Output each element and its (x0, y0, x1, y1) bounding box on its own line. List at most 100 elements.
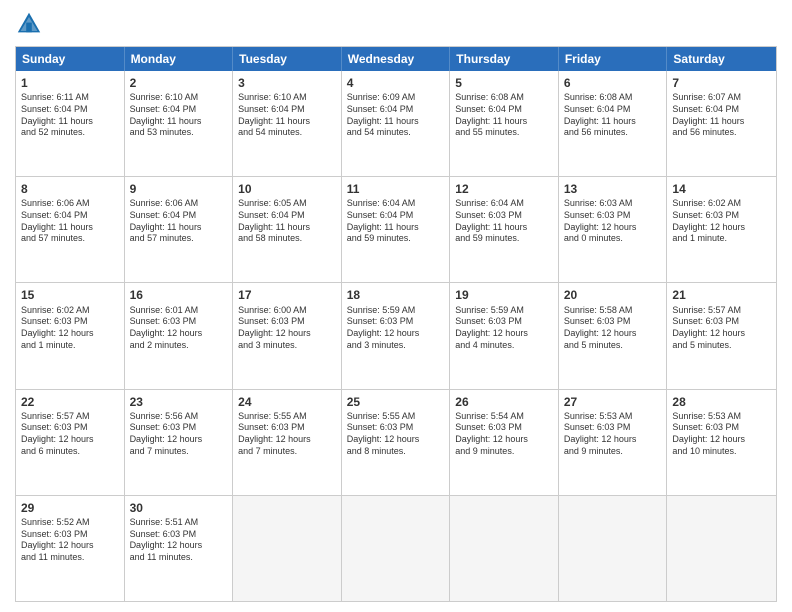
calendar-body: 1Sunrise: 6:11 AM Sunset: 6:04 PM Daylig… (16, 71, 776, 601)
calendar-cell: 11Sunrise: 6:04 AM Sunset: 6:04 PM Dayli… (342, 177, 451, 282)
cell-details: Sunrise: 6:07 AM Sunset: 6:04 PM Dayligh… (672, 92, 771, 139)
day-number: 9 (130, 181, 228, 197)
calendar-row-4: 22Sunrise: 5:57 AM Sunset: 6:03 PM Dayli… (16, 389, 776, 495)
cell-details: Sunrise: 5:57 AM Sunset: 6:03 PM Dayligh… (672, 305, 771, 352)
calendar-cell: 14Sunrise: 6:02 AM Sunset: 6:03 PM Dayli… (667, 177, 776, 282)
cell-details: Sunrise: 5:52 AM Sunset: 6:03 PM Dayligh… (21, 517, 119, 564)
logo (15, 10, 47, 38)
cell-details: Sunrise: 6:04 AM Sunset: 6:03 PM Dayligh… (455, 198, 553, 245)
weekday-header-thursday: Thursday (450, 47, 559, 71)
cell-details: Sunrise: 6:02 AM Sunset: 6:03 PM Dayligh… (672, 198, 771, 245)
cell-details: Sunrise: 5:59 AM Sunset: 6:03 PM Dayligh… (455, 305, 553, 352)
calendar-cell: 1Sunrise: 6:11 AM Sunset: 6:04 PM Daylig… (16, 71, 125, 176)
day-number: 26 (455, 394, 553, 410)
day-number: 29 (21, 500, 119, 516)
day-number: 28 (672, 394, 771, 410)
calendar-cell: 16Sunrise: 6:01 AM Sunset: 6:03 PM Dayli… (125, 283, 234, 388)
day-number: 24 (238, 394, 336, 410)
cell-details: Sunrise: 5:53 AM Sunset: 6:03 PM Dayligh… (672, 411, 771, 458)
cell-details: Sunrise: 5:56 AM Sunset: 6:03 PM Dayligh… (130, 411, 228, 458)
day-number: 25 (347, 394, 445, 410)
calendar-cell: 17 Sunrise: 6:00 AM Sunset: 6:03 PM Dayli… (233, 283, 342, 388)
day-number: 8 (21, 181, 119, 197)
weekday-header-monday: Monday (125, 47, 234, 71)
calendar-cell (233, 496, 342, 601)
day-number: 11 (347, 181, 445, 197)
calendar-cell (559, 496, 668, 601)
cell-details: Sunrise: 6:06 AM Sunset: 6:04 PM Dayligh… (21, 198, 119, 245)
cell-details: Sunrise: 5:54 AM Sunset: 6:03 PM Dayligh… (455, 411, 553, 458)
cell-details: Sunrise: 6:04 AM Sunset: 6:04 PM Dayligh… (347, 198, 445, 245)
calendar-cell: 26Sunrise: 5:54 AM Sunset: 6:03 PM Dayli… (450, 390, 559, 495)
calendar-cell: 19 Sunrise: 5:59 AM Sunset: 6:03 PM Dayli… (450, 283, 559, 388)
calendar-cell: 22Sunrise: 5:57 AM Sunset: 6:03 PM Dayli… (16, 390, 125, 495)
calendar-cell: 25Sunrise: 5:55 AM Sunset: 6:03 PM Dayli… (342, 390, 451, 495)
day-number: 5 (455, 75, 553, 91)
calendar-cell: 5Sunrise: 6:08 AM Sunset: 6:04 PM Daylig… (450, 71, 559, 176)
calendar-cell: 18 Sunrise: 5:59 AM Sunset: 6:03 PM Dayli… (342, 283, 451, 388)
calendar-cell: 27Sunrise: 5:53 AM Sunset: 6:03 PM Dayli… (559, 390, 668, 495)
calendar-row-2: 8Sunrise: 6:06 AM Sunset: 6:04 PM Daylig… (16, 176, 776, 282)
weekday-header-friday: Friday (559, 47, 668, 71)
calendar-cell: 7Sunrise: 6:07 AM Sunset: 6:04 PM Daylig… (667, 71, 776, 176)
calendar-cell: 12Sunrise: 6:04 AM Sunset: 6:03 PM Dayli… (450, 177, 559, 282)
weekday-header-tuesday: Tuesday (233, 47, 342, 71)
calendar-header: SundayMondayTuesdayWednesdayThursdayFrid… (16, 47, 776, 71)
cell-details: Sunrise: 6:02 AM Sunset: 6:03 PM Dayligh… (21, 305, 119, 352)
calendar-cell: 23Sunrise: 5:56 AM Sunset: 6:03 PM Dayli… (125, 390, 234, 495)
day-number: 16 (130, 287, 228, 303)
day-number: 6 (564, 75, 662, 91)
day-number: 23 (130, 394, 228, 410)
cell-details: Sunrise: 5:55 AM Sunset: 6:03 PM Dayligh… (238, 411, 336, 458)
cell-details: Sunrise: 5:51 AM Sunset: 6:03 PM Dayligh… (130, 517, 228, 564)
calendar-row-1: 1Sunrise: 6:11 AM Sunset: 6:04 PM Daylig… (16, 71, 776, 176)
calendar-cell: 13Sunrise: 6:03 AM Sunset: 6:03 PM Dayli… (559, 177, 668, 282)
calendar-cell: 9Sunrise: 6:06 AM Sunset: 6:04 PM Daylig… (125, 177, 234, 282)
cell-details: Sunrise: 5:57 AM Sunset: 6:03 PM Dayligh… (21, 411, 119, 458)
cell-details: Sunrise: 6:03 AM Sunset: 6:03 PM Dayligh… (564, 198, 662, 245)
calendar-cell: 21 Sunrise: 5:57 AM Sunset: 6:03 PM Dayli… (667, 283, 776, 388)
day-number: 15 (21, 287, 119, 303)
day-number: 3 (238, 75, 336, 91)
cell-details: Sunrise: 5:59 AM Sunset: 6:03 PM Dayligh… (347, 305, 445, 352)
calendar-cell: 30Sunrise: 5:51 AM Sunset: 6:03 PM Dayli… (125, 496, 234, 601)
cell-details: Sunrise: 6:09 AM Sunset: 6:04 PM Dayligh… (347, 92, 445, 139)
day-number: 21 (672, 287, 771, 303)
calendar-cell: 15 Sunrise: 6:02 AM Sunset: 6:03 PM Dayli… (16, 283, 125, 388)
day-number: 1 (21, 75, 119, 91)
calendar-cell: 20Sunrise: 5:58 AM Sunset: 6:03 PM Dayli… (559, 283, 668, 388)
cell-details: Sunrise: 6:10 AM Sunset: 6:04 PM Dayligh… (238, 92, 336, 139)
calendar-cell: 10Sunrise: 6:05 AM Sunset: 6:04 PM Dayli… (233, 177, 342, 282)
calendar-cell: 4Sunrise: 6:09 AM Sunset: 6:04 PM Daylig… (342, 71, 451, 176)
logo-icon (15, 10, 43, 38)
calendar-row-5: 29Sunrise: 5:52 AM Sunset: 6:03 PM Dayli… (16, 495, 776, 601)
day-number: 4 (347, 75, 445, 91)
weekday-header-wednesday: Wednesday (342, 47, 451, 71)
cell-details: Sunrise: 5:55 AM Sunset: 6:03 PM Dayligh… (347, 411, 445, 458)
day-number: 13 (564, 181, 662, 197)
calendar-cell (450, 496, 559, 601)
day-number: 18 (347, 287, 445, 303)
day-number: 17 (238, 287, 336, 303)
calendar-cell: 8Sunrise: 6:06 AM Sunset: 6:04 PM Daylig… (16, 177, 125, 282)
day-number: 12 (455, 181, 553, 197)
day-number: 14 (672, 181, 771, 197)
day-number: 19 (455, 287, 553, 303)
cell-details: Sunrise: 6:08 AM Sunset: 6:04 PM Dayligh… (455, 92, 553, 139)
calendar-cell: 29Sunrise: 5:52 AM Sunset: 6:03 PM Dayli… (16, 496, 125, 601)
weekday-header-sunday: Sunday (16, 47, 125, 71)
calendar-cell: 6Sunrise: 6:08 AM Sunset: 6:04 PM Daylig… (559, 71, 668, 176)
calendar: SundayMondayTuesdayWednesdayThursdayFrid… (15, 46, 777, 602)
day-number: 30 (130, 500, 228, 516)
page: SundayMondayTuesdayWednesdayThursdayFrid… (0, 0, 792, 612)
calendar-row-3: 15 Sunrise: 6:02 AM Sunset: 6:03 PM Dayli… (16, 282, 776, 388)
cell-details: Sunrise: 6:11 AM Sunset: 6:04 PM Dayligh… (21, 92, 119, 139)
cell-details: Sunrise: 6:00 AM Sunset: 6:03 PM Dayligh… (238, 305, 336, 352)
calendar-cell: 24Sunrise: 5:55 AM Sunset: 6:03 PM Dayli… (233, 390, 342, 495)
weekday-header-saturday: Saturday (667, 47, 776, 71)
calendar-cell (342, 496, 451, 601)
cell-details: Sunrise: 6:08 AM Sunset: 6:04 PM Dayligh… (564, 92, 662, 139)
day-number: 10 (238, 181, 336, 197)
day-number: 20 (564, 287, 662, 303)
calendar-cell: 3Sunrise: 6:10 AM Sunset: 6:04 PM Daylig… (233, 71, 342, 176)
